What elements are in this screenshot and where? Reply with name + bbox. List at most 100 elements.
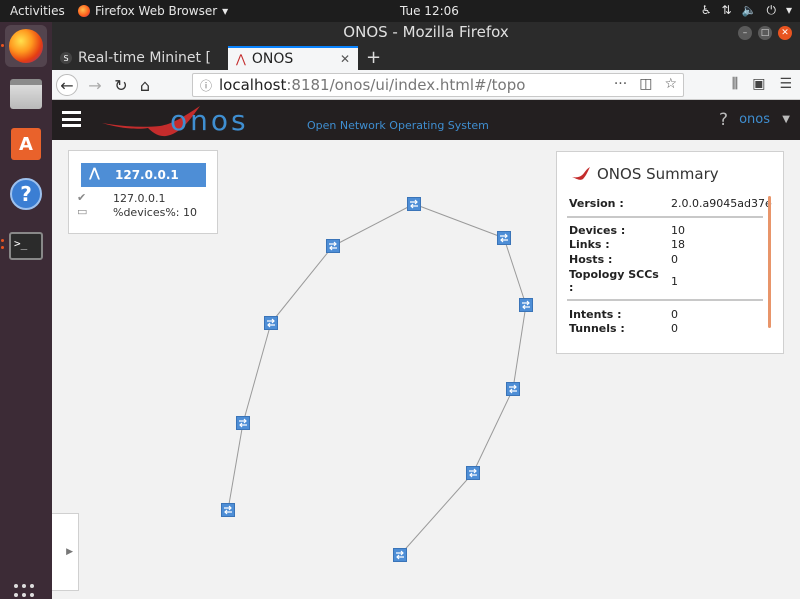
chevron-right-icon: ▶ (66, 547, 73, 557)
side-panel-toggle[interactable]: ▶ (52, 513, 79, 591)
topology-link (242, 322, 272, 424)
instance-ip: 127.0.0.1 (115, 168, 179, 182)
tab-onos[interactable]: ⋀ ONOS ✕ (228, 46, 358, 70)
tab-label: ONOS (251, 51, 294, 67)
switch-device-icon[interactable] (221, 503, 235, 517)
topology-link (227, 422, 244, 511)
show-applications-icon[interactable] (14, 584, 38, 599)
page-actions-icon[interactable]: ··· (614, 76, 627, 92)
switch-device-icon[interactable] (264, 316, 278, 330)
navigation-toolbar: ← → ↻ ⌂ ⓘ localhost:8181/onos/ui/index.h… (52, 70, 800, 100)
info-icon[interactable]: ⓘ (200, 77, 212, 94)
firefox-icon (78, 5, 90, 17)
system-tray[interactable]: ♿ ⇅ 🔈 ⏻ ▾ (701, 3, 792, 18)
dock-terminal[interactable]: >_ (5, 225, 47, 267)
summary-scrollbar[interactable] (768, 196, 771, 328)
switch-device-icon[interactable] (497, 231, 511, 245)
version-value: 2.0.0.a9045ad37e (671, 197, 772, 210)
new-tab-icon[interactable]: + (366, 47, 381, 68)
switch-device-icon[interactable] (519, 298, 533, 312)
hamburger-menu-icon[interactable] (62, 111, 81, 127)
monitor-icon: ▭ (77, 205, 88, 218)
files-icon (10, 79, 42, 109)
user-menu[interactable]: onos (739, 112, 770, 127)
dock-files[interactable] (5, 73, 47, 115)
dock-software[interactable]: A (5, 123, 47, 165)
chevron-down-icon: ▾ (222, 4, 229, 18)
summary-title: ONOS Summary (597, 165, 719, 183)
instance-ip-row: 127.0.0.1 (113, 192, 166, 205)
intents-value: 0 (671, 308, 678, 321)
divider (567, 216, 763, 218)
url-text[interactable]: localhost:8181/onos/ui/index.html#/topo (219, 76, 525, 94)
volume-icon[interactable]: 🔈 (742, 3, 757, 18)
activities-button[interactable]: Activities (10, 4, 65, 18)
back-arrow-icon[interactable]: ← (56, 74, 78, 96)
onos-logo-text: onos (170, 104, 249, 137)
switch-device-icon[interactable] (236, 416, 250, 430)
topology-link (512, 304, 527, 390)
topology-link (503, 237, 527, 306)
home-icon[interactable]: ⌂ (134, 74, 156, 96)
instance-panel: ⋀ 127.0.0.1 ✔ 127.0.0.1 ▭ %devices%: 10 (68, 150, 218, 234)
topology-view[interactable]: ⋀ 127.0.0.1 ✔ 127.0.0.1 ▭ %devices%: 10 … (52, 140, 800, 599)
sidebar-icon[interactable]: ▣ (752, 76, 765, 92)
chevron-down-icon[interactable]: ▼ (782, 114, 790, 125)
switch-device-icon[interactable] (506, 382, 520, 396)
switch-device-icon[interactable] (326, 239, 340, 253)
tunnels-value: 0 (671, 322, 678, 335)
version-label: Version : (569, 197, 624, 210)
checkmark-icon: ✔ (77, 191, 87, 204)
hosts-label: Hosts : (569, 253, 613, 266)
system-top-bar: Activities Firefox Web Browser ▾ Tue 12:… (0, 0, 800, 22)
reload-icon[interactable]: ↻ (110, 74, 132, 96)
tab-favicon: S (60, 52, 72, 64)
help-button[interactable]: ? (719, 110, 728, 130)
accessibility-icon[interactable]: ♿ (701, 3, 712, 18)
dock-firefox[interactable] (5, 25, 47, 67)
menu-icon[interactable]: ☰ (779, 76, 792, 92)
pocket-icon[interactable]: ◫ (639, 76, 652, 92)
running-indicator (1, 239, 4, 242)
devices-label: Devices : (569, 224, 626, 237)
url-bar[interactable]: ⓘ localhost:8181/onos/ui/index.html#/top… (192, 73, 684, 97)
network-icon[interactable]: ⇅ (721, 3, 731, 18)
maximize-icon[interactable]: □ (758, 26, 772, 40)
instance-header[interactable]: ⋀ 127.0.0.1 (81, 163, 206, 187)
terminal-icon: >_ (9, 232, 43, 260)
instance-devices-row: %devices%: 10 (113, 206, 197, 219)
switch-device-icon[interactable] (466, 466, 480, 480)
minimize-icon[interactable]: – (738, 26, 752, 40)
running-indicator (1, 246, 4, 249)
topology-link (472, 388, 514, 474)
topology-link (399, 472, 474, 556)
topology-link (270, 245, 334, 324)
help-icon: ? (10, 178, 42, 210)
window-title: ONOS - Mozilla Firefox (343, 23, 509, 41)
onos-bird-icon: ⋀ (89, 166, 100, 181)
devices-value: 10 (671, 224, 685, 237)
topology-link (413, 203, 505, 239)
close-icon[interactable]: ✕ (340, 52, 350, 66)
hosts-value: 0 (671, 253, 678, 266)
software-center-icon: A (11, 128, 41, 160)
close-icon[interactable]: ✕ (778, 26, 792, 40)
power-icon[interactable]: ⏻ (766, 3, 776, 18)
app-menu[interactable]: Firefox Web Browser ▾ (78, 4, 228, 18)
library-icon[interactable]: ⫼ (732, 76, 738, 92)
running-indicator (1, 44, 4, 47)
chevron-down-icon[interactable]: ▾ (786, 3, 792, 18)
tab-mininet[interactable]: S Real-time Mininet [ (52, 46, 228, 70)
summary-panel: ONOS Summary Version : 2.0.0.a9045ad37e … (556, 151, 784, 354)
launcher-dock: A ? >_ (0, 22, 52, 599)
dock-help[interactable]: ? (5, 173, 47, 215)
app-menu-label: Firefox Web Browser (95, 4, 218, 18)
forward-arrow-icon[interactable]: → (84, 74, 106, 96)
switch-device-icon[interactable] (393, 548, 407, 562)
topology-sccs-value: 1 (671, 275, 678, 288)
switch-device-icon[interactable] (407, 197, 421, 211)
onos-bird-icon: ⋀ (236, 52, 246, 66)
clock[interactable]: Tue 12:06 (400, 4, 459, 18)
bookmark-star-icon[interactable]: ☆ (664, 76, 677, 92)
onos-masthead: onos Open Network Operating System ? ono… (52, 100, 800, 140)
